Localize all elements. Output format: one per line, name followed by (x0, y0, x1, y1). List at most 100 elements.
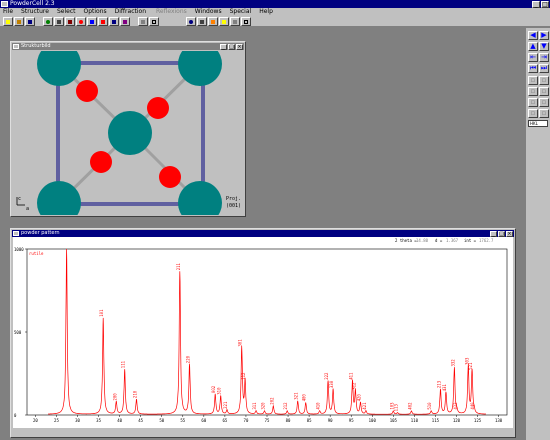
hkl-icon[interactable] (109, 17, 119, 26)
peak-label: 420 (356, 394, 361, 402)
tool-icon[interactable]: ▫ (539, 76, 549, 85)
x-tick-label: 35 (96, 418, 101, 423)
x-tick-label: 115 (432, 418, 440, 423)
open-file-icon[interactable] (14, 17, 24, 26)
menu-windows[interactable]: Windows (192, 8, 225, 16)
structure-window-title-bar[interactable]: Strukturbild _ □ × (12, 43, 244, 50)
mdi-workspace: Strukturbild _ □ × c a Proj. (001) powde… (0, 28, 524, 440)
titanium-atom (108, 111, 152, 155)
first-icon[interactable]: ⏮ (528, 64, 538, 73)
arrow-up-icon[interactable]: ▲ (528, 42, 538, 51)
shrink-horizontal-icon[interactable]: ⇥ (539, 53, 549, 62)
tool-icon[interactable]: ▫ (528, 98, 538, 107)
x-tick-label: 70 (244, 418, 249, 423)
projection-value: (001) (226, 203, 242, 209)
edit-icon[interactable] (65, 17, 75, 26)
oxygen-atom (90, 151, 112, 173)
peak-label: 222 (324, 372, 329, 380)
pattern-window-title-bar[interactable]: powder pattern _ □ × (12, 230, 514, 237)
pattern-window-icon[interactable] (13, 231, 19, 236)
axis-a-label: a (26, 206, 30, 212)
peak-label: 330 (329, 380, 334, 388)
x-tick-label: 45 (138, 418, 143, 423)
window-icon[interactable] (241, 17, 251, 26)
polyhedra-icon[interactable] (87, 17, 97, 26)
zoom-icon[interactable] (219, 17, 229, 26)
table-icon[interactable] (149, 17, 159, 26)
structure-close-button[interactable]: × (236, 43, 243, 50)
right-tool-panel: ◀ ▶ ▲ ▼ ⇤ ⇥ ⏮ ⏭ ▫ ▫ ▫ ▫ ▫ ▫ ▫ ▫ HKL (525, 28, 550, 440)
rotate-icon[interactable] (54, 17, 64, 26)
pattern-window-controls: _ □ × (490, 230, 513, 237)
tool-icon[interactable]: ▫ (528, 109, 538, 118)
structure-canvas[interactable]: c a Proj. (001) (13, 51, 243, 215)
menu-help[interactable]: Help (256, 8, 276, 16)
structure-window-controls: _ □ × (220, 43, 243, 50)
peak-label: 202 (269, 397, 274, 405)
pattern-minimize-button[interactable]: _ (490, 230, 497, 237)
tool-icon[interactable]: ▫ (539, 109, 549, 118)
diffraction-icon[interactable] (98, 17, 108, 26)
structure-maximize-button[interactable]: □ (228, 43, 235, 50)
peak-labels: 101200111210211220002 310221301112311 3202… (99, 262, 475, 411)
structure-view-icon[interactable] (43, 17, 53, 26)
readout-int-label: int = (464, 238, 477, 243)
new-file-icon[interactable] (3, 17, 13, 26)
palette-icon[interactable] (208, 17, 218, 26)
x-tick-label: 85 (307, 418, 312, 423)
last-icon[interactable]: ⏭ (539, 64, 549, 73)
menu-special[interactable]: Special (227, 8, 255, 16)
list-icon[interactable] (138, 17, 148, 26)
peak-label: 002 (211, 385, 216, 393)
y-tick-label: 1000 (14, 247, 24, 252)
tool-icon[interactable]: ▫ (539, 87, 549, 96)
save-file-icon[interactable] (25, 17, 35, 26)
peak-label: 212 (283, 402, 288, 410)
peak-label: 213 (436, 380, 441, 388)
structure-minimize-button[interactable]: _ (220, 43, 227, 50)
hkl-select[interactable]: HKL (528, 120, 548, 127)
x-tick-label: 65 (222, 418, 227, 423)
peak-label: 310 (217, 387, 222, 395)
tool-icon[interactable]: ▫ (539, 98, 549, 107)
readout-d-value: 1.367 (446, 238, 459, 243)
projection-label: Proj. (226, 196, 242, 202)
print-icon[interactable] (197, 17, 207, 26)
maximize-button[interactable]: □ (541, 0, 549, 8)
pattern-maximize-button[interactable]: □ (498, 230, 505, 237)
app-title-bar: PowderCell 2.3 _ □ (0, 0, 550, 8)
menu-file[interactable]: File (0, 8, 16, 16)
grid-icon[interactable] (230, 17, 240, 26)
pattern-window-title: powder pattern (21, 230, 60, 236)
menu-options[interactable]: Options (80, 8, 109, 16)
x-tick-label: 40 (117, 418, 122, 423)
menu-structure[interactable]: Structure (18, 8, 52, 16)
arrow-right-icon[interactable]: ▶ (539, 31, 549, 40)
pattern-plot-canvas[interactable]: 2 theta = 14.80 d = 1.367 int = 1762.7 r… (13, 237, 513, 428)
tool-icon[interactable]: ▫ (528, 87, 538, 96)
structure-window-title: Strukturbild (21, 43, 51, 49)
menu-select[interactable]: Select (54, 8, 79, 16)
tool-icon[interactable]: ▫ (528, 76, 538, 85)
x-tick-label: 50 (159, 418, 164, 423)
y-tick-label: 500 (14, 330, 22, 335)
expand-horizontal-icon[interactable]: ⇤ (528, 53, 538, 62)
structure-window-icon[interactable] (13, 44, 19, 49)
arrow-down-icon[interactable]: ▼ (539, 42, 549, 51)
app-icon[interactable] (1, 1, 8, 7)
x-tick-label: 75 (265, 418, 270, 423)
atoms-icon[interactable] (76, 17, 86, 26)
pattern-close-button[interactable]: × (506, 230, 513, 237)
menu-diffraction[interactable]: Diffraction (112, 8, 149, 16)
arrow-left-icon[interactable]: ◀ (528, 31, 538, 40)
compare-icon[interactable] (120, 17, 130, 26)
structure-window[interactable]: Strukturbild _ □ × c a Proj. (001) (10, 41, 246, 217)
x-tick-label: 30 (75, 418, 80, 423)
x-tick-label: 55 (180, 418, 185, 423)
x-tick-label: 60 (201, 418, 206, 423)
peak-label: 421 (362, 402, 367, 410)
powder-pattern-window[interactable]: powder pattern _ □ × 2 theta = 14.80 d =… (10, 228, 516, 438)
peak-label: 301 (238, 339, 243, 347)
minimize-button[interactable]: _ (532, 0, 540, 8)
color-sphere-icon[interactable] (186, 17, 196, 26)
